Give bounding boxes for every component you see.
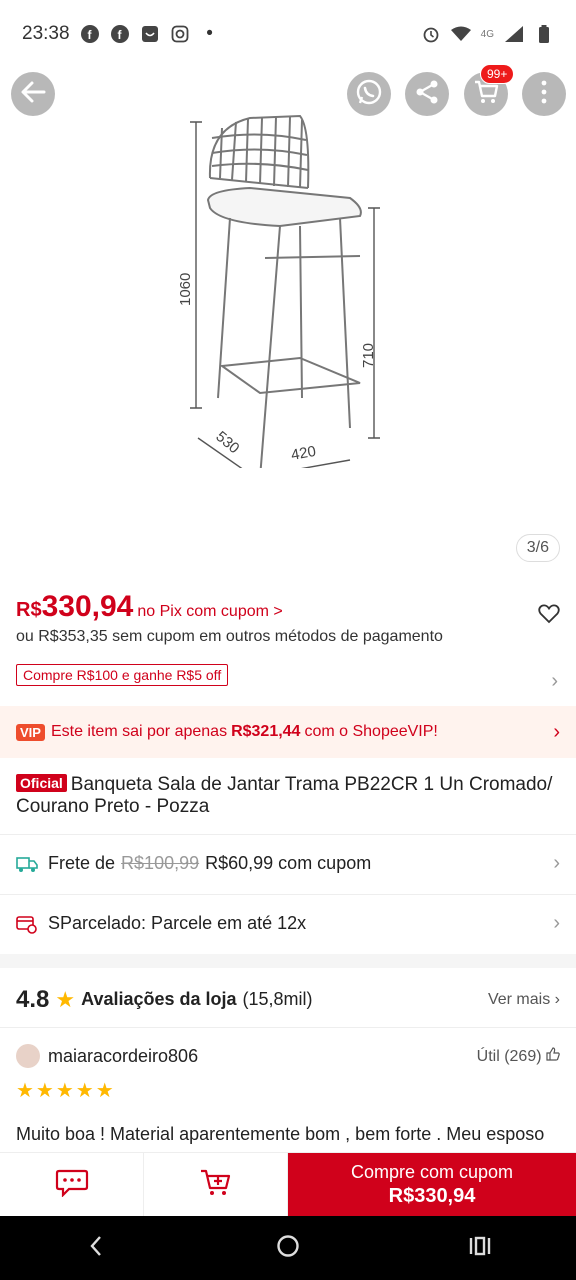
installments-label: SParcelado: Parcele em até 12x (48, 913, 307, 933)
price-currency: R$ (16, 599, 42, 621)
chevron-right-icon: › (553, 852, 560, 874)
chevron-right-icon: › (553, 720, 560, 743)
cart-badge: 99+ (480, 64, 515, 84)
nav-home-button[interactable] (268, 1228, 308, 1268)
share-button[interactable] (405, 72, 449, 116)
vip-price: R$321,44 (231, 723, 301, 740)
chevron-left-icon (88, 1235, 104, 1262)
review-stars: ★★★★★ (16, 1080, 116, 1102)
product-image-area[interactable]: 99+ 1060 710 530 420 3/6 (0, 64, 576, 588)
cart-button[interactable]: 99+ (464, 64, 515, 116)
arrow-left-icon (20, 79, 46, 110)
chat-icon (55, 1167, 89, 1202)
see-more-link[interactable]: Ver mais › (488, 991, 560, 1009)
facebook-icon: f (80, 24, 100, 44)
price-block: R$ 330,94 no Pix com cupom > ou R$353,35… (0, 590, 576, 692)
vip-suffix: com o ShopeeVIP! (304, 723, 438, 740)
dot-icon: • (206, 23, 213, 44)
dimension-width: 420 (290, 443, 318, 464)
signal-icon (504, 24, 524, 44)
shipping-old-price: R$100,99 (121, 853, 200, 873)
vip-badge: VIP (16, 723, 45, 741)
system-nav-bar (0, 1216, 576, 1280)
vip-prefix: Este item sai por apenas (50, 723, 228, 740)
voucher-tag[interactable]: Compre R$100 e ganhe R$5 off (16, 664, 229, 686)
dimension-height: 1060 (177, 273, 194, 306)
more-options-button[interactable] (522, 72, 566, 116)
alarm-icon (421, 24, 441, 44)
recents-icon (468, 1235, 492, 1262)
image-page-indicator: 3/6 (515, 534, 560, 562)
share-icon (413, 78, 441, 111)
wifi-icon (450, 24, 471, 44)
status-bar: 23:38 f f • 4G (0, 0, 576, 68)
star-icon: ★ (55, 986, 76, 1012)
alt-price-text: ou R$353,35 sem cupom em outros métodos … (16, 628, 443, 645)
installments-row[interactable]: SParcelado: Parcele em até 12x › (0, 894, 576, 952)
store-rating-score: 4.8 (16, 985, 50, 1013)
bottom-action-bar: Compre com cupom R$330,94 (0, 1152, 576, 1216)
pix-coupon-link[interactable]: no Pix com cupom > (137, 603, 282, 621)
thumbs-up-icon (546, 1046, 560, 1065)
more-vertical-icon (539, 79, 549, 110)
product-title-block: Oficial Banqueta Sala de Jantar Trama PB2… (0, 772, 576, 818)
facebook-icon: f (110, 24, 130, 44)
store-rating-count: (15,8mil) (242, 989, 313, 1009)
review-item: maiaracordeiro806 Útil (269) ★★★★★ Muito… (0, 1034, 576, 1165)
chat-button[interactable] (0, 1153, 144, 1216)
buy-with-coupon-button[interactable]: Compre com cupom R$330,94 (288, 1153, 576, 1216)
nav-recents-button[interactable] (460, 1228, 500, 1268)
nav-back-button[interactable] (76, 1228, 116, 1268)
truck-icon (16, 855, 40, 873)
shipping-new-price: R$60,99 com cupom (205, 853, 372, 873)
shipping-label: Frete de (48, 853, 116, 873)
shipping-row[interactable]: Frete de R$100,99 R$60,99 com cupom › (0, 834, 576, 892)
store-rating-row: 4.8 ★ Avaliações da loja (15,8mil) Ver m… (0, 972, 576, 1028)
dimension-seat: 710 (360, 343, 377, 368)
buy-button-label: Compre com cupom (350, 1161, 514, 1182)
add-cart-icon (199, 1167, 233, 1202)
product-title: Banqueta Sala de Jantar Trama PB22CR 1 U… (16, 774, 553, 817)
chevron-right-icon[interactable]: › (551, 670, 558, 693)
installment-icon (16, 914, 40, 934)
store-rating-label: Avaliações da loja (81, 989, 237, 1009)
bar-stool-illustration: 1060 710 530 420 (177, 114, 380, 468)
review-username: maiaracordeiro806 (48, 1045, 199, 1066)
shopee-icon (140, 24, 160, 44)
chevron-right-icon: › (553, 912, 560, 934)
official-badge: Oficial (16, 774, 67, 792)
whatsapp-icon (355, 78, 383, 111)
battery-icon (534, 24, 554, 44)
clock: 23:38 (22, 23, 70, 44)
instagram-icon (170, 24, 190, 44)
dimension-depth: 530 (212, 428, 242, 457)
favorite-heart-icon[interactable] (538, 604, 560, 629)
section-separator (0, 954, 576, 968)
home-circle-icon (276, 1234, 300, 1263)
useful-button[interactable]: Útil (269) (477, 1046, 560, 1066)
price-value: 330,94 (41, 590, 134, 623)
network-type: 4G (480, 28, 494, 40)
add-to-cart-button[interactable] (144, 1153, 288, 1216)
shopee-vip-banner[interactable]: VIP Este item sai por apenas R$321,44 co… (0, 706, 576, 758)
avatar (16, 1044, 40, 1068)
buy-button-price: R$330,94 (388, 1184, 476, 1207)
back-button[interactable] (11, 72, 55, 116)
